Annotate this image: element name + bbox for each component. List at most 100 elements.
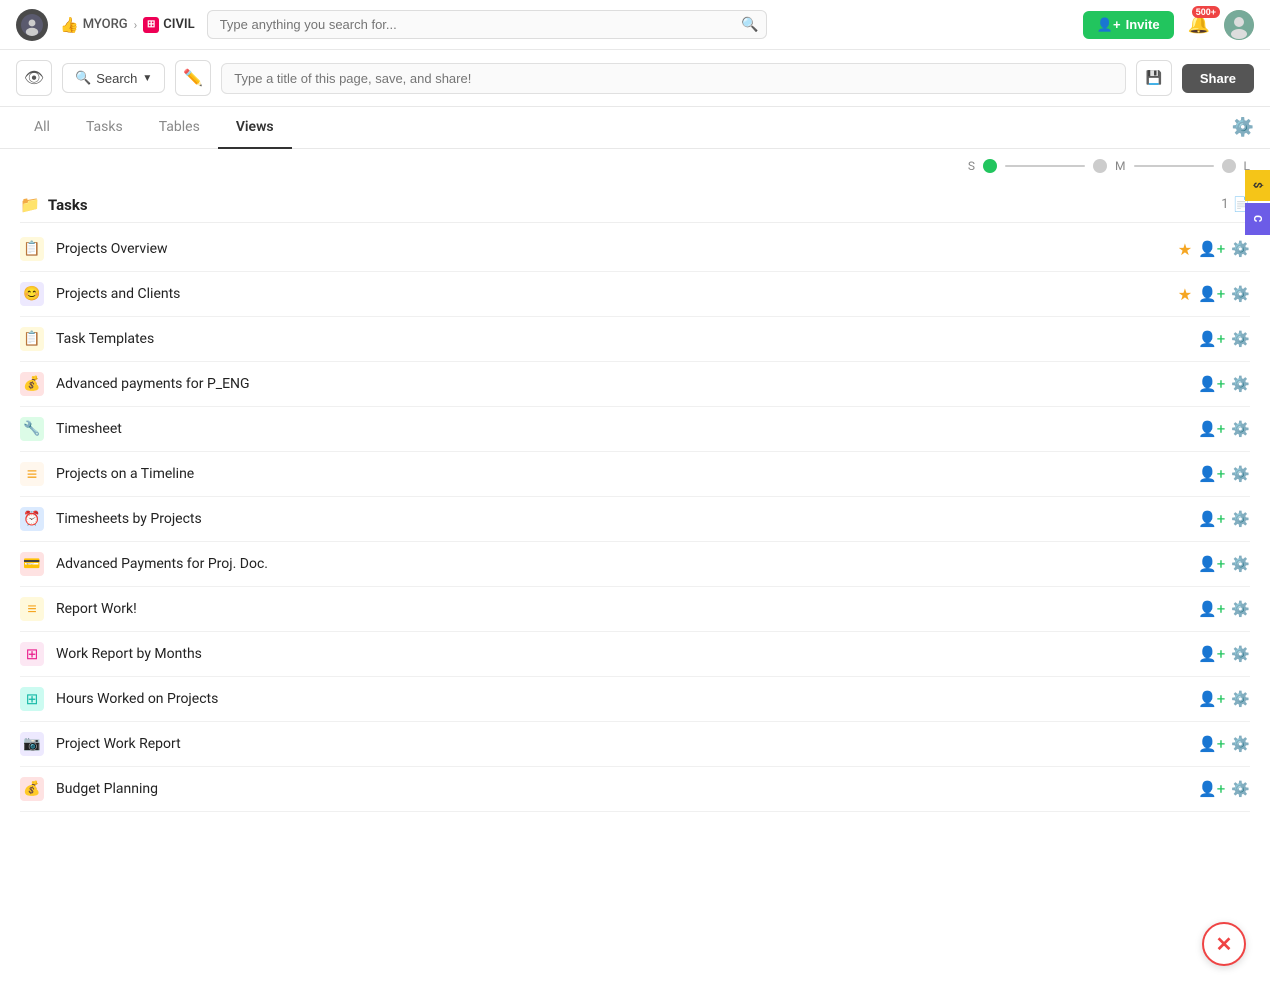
add-person-icon[interactable]: 👤+ <box>1198 330 1225 348</box>
add-person-icon[interactable]: 👤+ <box>1198 645 1225 663</box>
search-button[interactable]: 🔍 Search ▼ <box>62 63 165 93</box>
view-row[interactable]: 💰 Advanced payments for P_ENG 👤+ ⚙️ <box>20 362 1250 407</box>
tab-tasks[interactable]: Tasks <box>68 107 141 149</box>
size-l-dot[interactable] <box>1222 159 1236 173</box>
org-link[interactable]: 👍 MYORG <box>60 16 128 34</box>
add-person-icon[interactable]: 👤+ <box>1198 690 1225 708</box>
avatar[interactable] <box>16 9 48 41</box>
view-row[interactable]: ≡ Report Work! 👤+ ⚙️ <box>20 587 1250 632</box>
pencil-button[interactable]: ✏️ <box>175 60 211 96</box>
add-person-icon[interactable]: 👤+ <box>1198 555 1225 573</box>
view-type-icon: 💳 <box>20 552 44 576</box>
project-link[interactable]: ⊞ CIVIL <box>143 17 194 33</box>
row-actions: 👤+ ⚙️ <box>1198 600 1250 618</box>
view-row[interactable]: 📷 Project Work Report 👤+ ⚙️ <box>20 722 1250 767</box>
notification-badge: 500+ <box>1192 6 1220 18</box>
view-name: Work Report by Months <box>56 646 1186 662</box>
secondary-toolbar: 👁 🔍 Search ▼ ✏️ 💾 Share <box>0 50 1270 107</box>
settings-icon[interactable]: ⚙️ <box>1231 690 1250 708</box>
size-line-2 <box>1134 165 1214 167</box>
settings-icon[interactable]: ⚙️ <box>1231 330 1250 348</box>
view-name: Advanced Payments for Proj. Doc. <box>56 556 1186 572</box>
tab-tables[interactable]: Tables <box>141 107 218 149</box>
view-row[interactable]: 💰 Budget Planning 👤+ ⚙️ <box>20 767 1250 812</box>
view-row[interactable]: 🔧 Timesheet 👤+ ⚙️ <box>20 407 1250 452</box>
settings-icon[interactable]: ⚙️ <box>1231 465 1250 483</box>
view-type-icon: ≡ <box>20 462 44 486</box>
add-person-icon[interactable]: 👤+ <box>1198 285 1225 303</box>
size-m-dot[interactable] <box>1093 159 1107 173</box>
view-name: Hours Worked on Projects <box>56 691 1186 707</box>
invite-button[interactable]: 👤+ Invite <box>1083 11 1174 39</box>
tab-all[interactable]: All <box>16 107 68 149</box>
star-icon[interactable]: ★ <box>1178 285 1192 304</box>
view-name: Advanced payments for P_ENG <box>56 376 1186 392</box>
breadcrumb-separator: › <box>134 18 138 32</box>
page-title-input[interactable] <box>221 63 1126 94</box>
view-row[interactable]: ⊞ Work Report by Months 👤+ ⚙️ <box>20 632 1250 677</box>
row-actions: 👤+ ⚙️ <box>1198 780 1250 798</box>
settings-icon[interactable]: ⚙️ <box>1231 240 1250 258</box>
settings-icon[interactable]: ⚙️ <box>1231 780 1250 798</box>
view-type-icon: 🔧 <box>20 417 44 441</box>
add-person-icon[interactable]: 👤+ <box>1198 375 1225 393</box>
view-row[interactable]: ⊞ Hours Worked on Projects 👤+ ⚙️ <box>20 677 1250 722</box>
global-search: 🔍 <box>207 10 767 39</box>
add-person-icon[interactable]: 👤+ <box>1198 735 1225 753</box>
settings-icon[interactable]: ⚙️ <box>1231 555 1250 573</box>
user-avatar[interactable] <box>1224 10 1254 40</box>
view-row[interactable]: ⏰ Timesheets by Projects 👤+ ⚙️ <box>20 497 1250 542</box>
row-actions: 👤+ ⚙️ <box>1198 735 1250 753</box>
view-row[interactable]: ≡ Projects on a Timeline 👤+ ⚙️ <box>20 452 1250 497</box>
view-row[interactable]: 📋 Projects Overview ★ 👤+ ⚙️ <box>20 227 1250 272</box>
tabs-gear-icon[interactable]: ⚙️ <box>1232 117 1254 138</box>
save-icon-button[interactable]: 💾 <box>1136 60 1172 96</box>
global-search-icon[interactable]: 🔍 <box>741 17 758 33</box>
view-type-icon: ≡ <box>20 597 44 621</box>
row-actions: 👤+ ⚙️ <box>1198 375 1250 393</box>
settings-icon[interactable]: ⚙️ <box>1231 600 1250 618</box>
row-actions: 👤+ ⚙️ <box>1198 645 1250 663</box>
eye-button[interactable]: 👁 <box>16 60 52 96</box>
notifications-button[interactable]: 🔔 500+ <box>1184 10 1214 39</box>
global-search-input[interactable] <box>207 10 767 39</box>
add-person-icon[interactable]: 👤+ <box>1198 780 1225 798</box>
tab-views[interactable]: Views <box>218 107 292 149</box>
view-name: Timesheet <box>56 421 1186 437</box>
right-tab-yellow[interactable]: $ <box>1245 170 1270 201</box>
size-line <box>1005 165 1085 167</box>
group-header-left: 📁 Tasks <box>20 195 88 214</box>
add-person-icon[interactable]: 👤+ <box>1198 465 1225 483</box>
folder-icon: 📁 <box>20 195 40 214</box>
add-person-icon[interactable]: 👤+ <box>1198 240 1225 258</box>
add-person-icon[interactable]: 👤+ <box>1198 510 1225 528</box>
settings-icon[interactable]: ⚙️ <box>1231 510 1250 528</box>
row-actions: 👤+ ⚙️ <box>1198 465 1250 483</box>
settings-icon[interactable]: ⚙️ <box>1231 375 1250 393</box>
view-row[interactable]: 😊 Projects and Clients ★ 👤+ ⚙️ <box>20 272 1250 317</box>
settings-icon[interactable]: ⚙️ <box>1231 285 1250 303</box>
views-group-header: 📁 Tasks 1 📄 <box>20 187 1250 223</box>
add-person-icon[interactable]: 👤+ <box>1198 420 1225 438</box>
settings-icon[interactable]: ⚙️ <box>1231 735 1250 753</box>
view-row[interactable]: 📋 Task Templates 👤+ ⚙️ <box>20 317 1250 362</box>
view-name: Projects Overview <box>56 241 1166 257</box>
row-actions: ★ 👤+ ⚙️ <box>1178 240 1250 259</box>
view-name: Budget Planning <box>56 781 1186 797</box>
bottom-right-close-button[interactable]: ✕ <box>1202 922 1246 966</box>
add-person-icon[interactable]: 👤+ <box>1198 600 1225 618</box>
share-button[interactable]: Share <box>1182 64 1254 93</box>
group-title: Tasks <box>48 196 88 214</box>
view-row[interactable]: 💳 Advanced Payments for Proj. Doc. 👤+ ⚙️ <box>20 542 1250 587</box>
view-name: Timesheets by Projects <box>56 511 1186 527</box>
nav-right: 👤+ Invite 🔔 500+ <box>1083 10 1254 40</box>
star-icon[interactable]: ★ <box>1178 240 1192 259</box>
breadcrumb: 👍 MYORG › ⊞ CIVIL <box>60 16 195 34</box>
settings-icon[interactable]: ⚙️ <box>1231 645 1250 663</box>
main-content: 📁 Tasks 1 📄 📋 Projects Overview ★ 👤+ ⚙️ … <box>0 177 1270 852</box>
top-nav: 👍 MYORG › ⊞ CIVIL 🔍 👤+ Invite 🔔 500+ <box>0 0 1270 50</box>
settings-icon[interactable]: ⚙️ <box>1231 420 1250 438</box>
view-type-icon: ⏰ <box>20 507 44 531</box>
size-s-dot[interactable] <box>983 159 997 173</box>
right-tab-purple[interactable]: C <box>1245 203 1270 235</box>
